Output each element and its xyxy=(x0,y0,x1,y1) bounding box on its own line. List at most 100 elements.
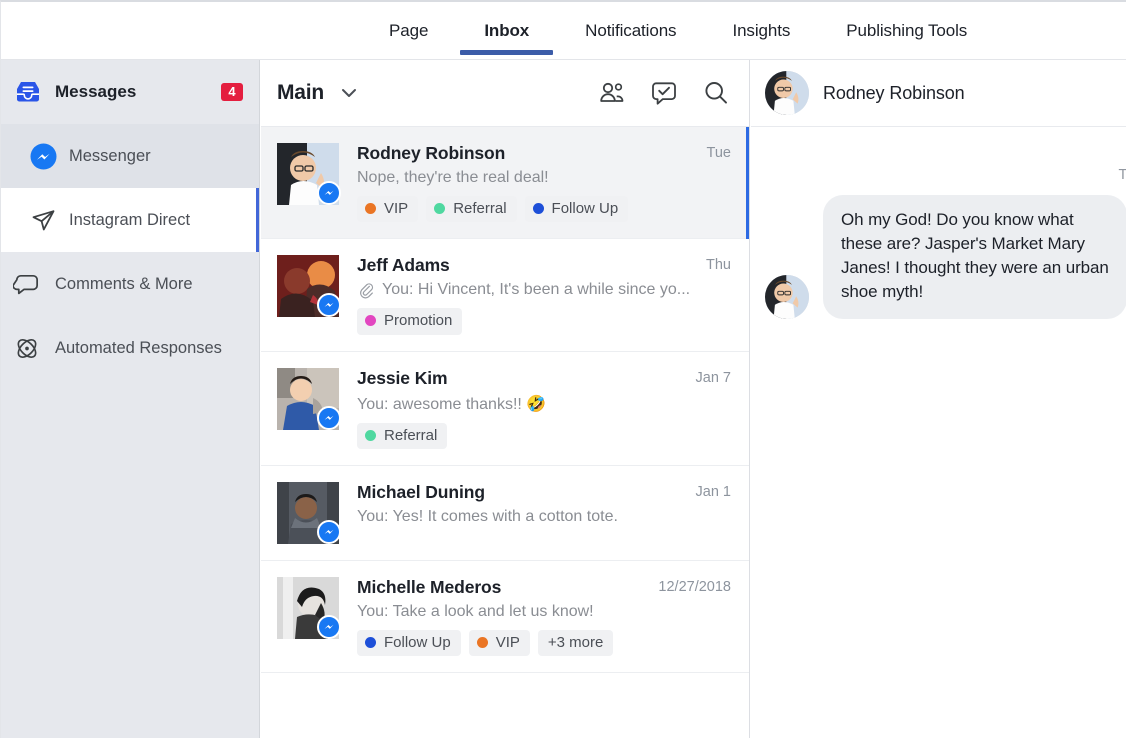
conversation-body: Michelle Mederos 12/27/2018 You: Take a … xyxy=(357,577,731,656)
message-bubble: Oh my God! Do you know what these are? J… xyxy=(823,195,1126,319)
tab-page[interactable]: Page xyxy=(361,2,456,59)
messenger-inbox-window: Page Inbox Notifications Insights Publis… xyxy=(0,0,1126,738)
conversation-tags: Follow Up VIP +3 more xyxy=(357,629,731,656)
tag-vip[interactable]: VIP xyxy=(468,629,530,656)
conversation-body: Jessie Kim Jan 7 You: awesome thanks!! 🤣… xyxy=(357,368,731,449)
comment-bubble-icon xyxy=(13,270,41,298)
sidebar-item-messenger[interactable]: Messenger xyxy=(1,124,259,188)
conversation-snippet: You: Take a look and let us know! xyxy=(357,602,594,620)
sidebar-header: Messages 4 xyxy=(1,60,259,124)
tag-label: VIP xyxy=(384,200,409,217)
conversation-top-line: Michael Duning Jan 1 xyxy=(357,482,731,503)
avatar xyxy=(277,143,341,205)
instagram-direct-icon xyxy=(29,206,57,234)
folder-name: Main xyxy=(277,81,325,104)
conversation-name: Jeff Adams xyxy=(357,255,450,276)
tag-color-dot xyxy=(365,203,376,215)
conversation-top-line: Rodney Robinson Tue xyxy=(357,143,731,164)
conversation-name: Jessie Kim xyxy=(357,367,448,388)
contacts-icon[interactable] xyxy=(597,78,627,108)
tab-publishing-tools-label: Publishing Tools xyxy=(846,20,968,40)
conversation-name: Michael Duning xyxy=(357,481,485,502)
messenger-icon xyxy=(29,142,57,170)
tab-page-label: Page xyxy=(389,20,429,40)
thread-message-area: Tue Oh my God! Do you know what these ar… xyxy=(751,127,1126,319)
conversation-tags: Referral xyxy=(357,422,731,449)
tag-follow-up[interactable]: Follow Up xyxy=(524,196,629,223)
tag-label: Follow Up xyxy=(551,200,619,217)
tag-color-dot xyxy=(365,429,376,441)
tag-color-dot xyxy=(532,203,544,215)
conversation-time: Jan 7 xyxy=(695,369,731,386)
messenger-badge-icon xyxy=(317,614,341,639)
tag-referral[interactable]: Referral xyxy=(357,422,448,449)
conversation-snippet: Nope, they're the real deal! xyxy=(357,169,549,186)
conversation-time: 12/27/2018 xyxy=(658,578,731,595)
tag-more-count[interactable]: +3 more xyxy=(537,629,614,656)
left-sidebar: Messages 4 Messenger Instagram Direct Co… xyxy=(1,60,260,738)
conversation-snippet-text: You: Hi Vincent, It's been a while since… xyxy=(382,281,691,299)
tab-notifications-label: Notifications xyxy=(585,20,677,40)
search-icon[interactable] xyxy=(701,78,731,108)
conversation-list-header: Main xyxy=(261,60,749,127)
tag-label: Promotion xyxy=(384,312,453,330)
tag-referral[interactable]: Referral xyxy=(426,196,517,223)
tab-inbox-label: Inbox xyxy=(484,20,530,40)
tag-vip[interactable]: VIP xyxy=(357,196,419,223)
conversation-time: Jan 1 xyxy=(695,483,731,500)
automation-atom-icon xyxy=(13,334,41,362)
messenger-badge-icon xyxy=(317,519,341,544)
sidebar-title: Messages xyxy=(55,82,137,101)
tag-label: VIP xyxy=(495,633,520,651)
thread-contact-name: Rodney Robinson xyxy=(823,82,965,103)
sidebar-item-comments-and-more-label: Comments & More xyxy=(55,274,193,293)
thread-header: Rodney Robinson xyxy=(751,60,1126,127)
sidebar-item-automated-responses[interactable]: Automated Responses xyxy=(1,316,259,380)
avatar xyxy=(277,255,341,318)
top-navigation-bar: Page Inbox Notifications Insights Publis… xyxy=(1,2,1126,60)
tab-publishing-tools[interactable]: Publishing Tools xyxy=(818,2,995,59)
conversation-time: Thu xyxy=(706,257,731,274)
conversation-row[interactable]: Michelle Mederos 12/27/2018 You: Take a … xyxy=(261,561,749,673)
messenger-badge-icon xyxy=(317,405,341,430)
avatar xyxy=(765,274,809,319)
conversation-name: Rodney Robinson xyxy=(357,143,506,163)
tag-color-dot xyxy=(476,636,488,648)
conversation-row[interactable]: Michael Duning Jan 1 You: Yes! It comes … xyxy=(261,466,749,561)
tab-insights[interactable]: Insights xyxy=(704,2,818,59)
conversation-body: Rodney Robinson Tue Nope, they're the re… xyxy=(357,143,731,223)
avatar xyxy=(277,367,341,430)
tag-promotion[interactable]: Promotion xyxy=(357,308,463,335)
conversation-snippet: You: awesome thanks!! 🤣 xyxy=(357,395,547,413)
thread-timestamp: Tue xyxy=(1119,167,1126,183)
tag-color-dot xyxy=(365,315,376,327)
conversation-row[interactable]: Jessie Kim Jan 7 You: awesome thanks!! 🤣… xyxy=(261,352,749,466)
tag-color-dot xyxy=(434,203,446,215)
sidebar-item-instagram-direct-label: Instagram Direct xyxy=(69,210,191,229)
tab-inbox[interactable]: Inbox xyxy=(456,2,557,59)
tab-insights-label: Insights xyxy=(732,20,791,40)
avatar[interactable] xyxy=(765,71,809,115)
conversation-tags: VIP Referral Follow Up xyxy=(357,196,731,223)
tag-follow-up[interactable]: Follow Up xyxy=(357,629,461,656)
conversation-snippet: You: Hi Vincent, It's been a while since… xyxy=(357,281,731,299)
attachment-paperclip-icon xyxy=(357,281,375,299)
conversation-snippet: You: Yes! It comes with a cotton tote. xyxy=(357,507,618,525)
unread-badge: 4 xyxy=(221,83,243,101)
avatar xyxy=(277,481,341,544)
tag-label: Follow Up xyxy=(384,633,451,651)
tag-color-dot xyxy=(365,636,376,648)
conversation-row[interactable]: Jeff Adams Thu You: Hi Vincent, It's bee… xyxy=(261,239,749,352)
avatar xyxy=(277,576,341,639)
chevron-down-icon[interactable] xyxy=(338,82,360,104)
mark-done-icon[interactable] xyxy=(649,78,679,108)
conversation-list-panel: Main Rodney Robinson Tue Nope, they're t… xyxy=(261,60,750,738)
conversation-tags: Promotion xyxy=(357,308,731,335)
conversation-row[interactable]: Rodney Robinson Tue Nope, they're the re… xyxy=(261,127,749,240)
sidebar-item-messenger-label: Messenger xyxy=(69,146,151,165)
top-nav-items: Page Inbox Notifications Insights Publis… xyxy=(361,2,995,59)
sidebar-item-comments-and-more[interactable]: Comments & More xyxy=(1,252,259,316)
conversation-body: Michael Duning Jan 1 You: Yes! It comes … xyxy=(357,482,731,544)
sidebar-item-instagram-direct[interactable]: Instagram Direct xyxy=(1,188,259,252)
tab-notifications[interactable]: Notifications xyxy=(557,2,704,59)
